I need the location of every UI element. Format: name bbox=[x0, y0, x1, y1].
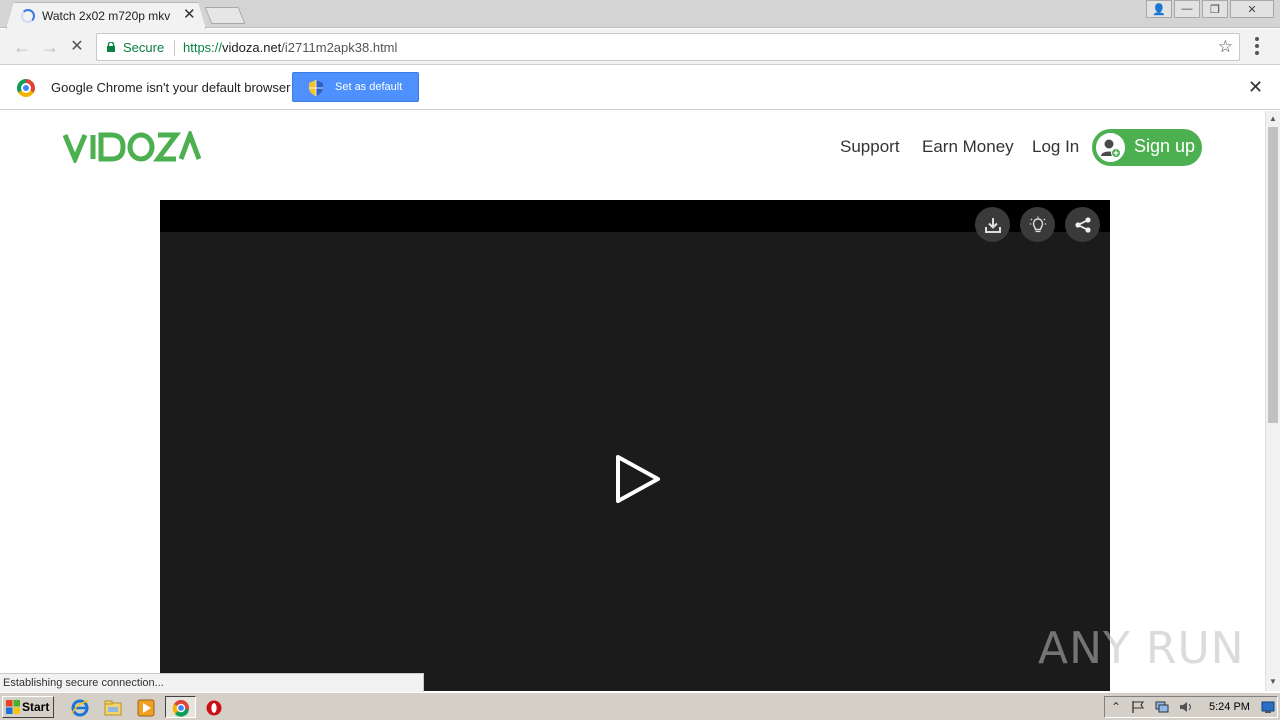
play-icon[interactable] bbox=[614, 453, 662, 505]
action-center-flag-icon[interactable] bbox=[1131, 700, 1145, 714]
scroll-down-icon[interactable]: ▼ bbox=[1269, 677, 1277, 686]
video-player[interactable] bbox=[160, 200, 1110, 691]
taskbar-chrome-button[interactable] bbox=[165, 696, 196, 718]
restore-button[interactable]: ❐ bbox=[1202, 0, 1228, 18]
forward-button[interactable]: → bbox=[40, 37, 60, 57]
status-bubble: Establishing secure connection... bbox=[0, 673, 424, 692]
url-host: vidoza.net bbox=[222, 40, 282, 55]
anyrun-watermark: ANY RUN bbox=[1038, 623, 1245, 674]
bookmark-star-icon[interactable]: ☆ bbox=[1218, 38, 1233, 56]
profile-button[interactable]: 👤 bbox=[1146, 0, 1172, 18]
secure-label[interactable]: Secure bbox=[123, 40, 164, 55]
media-player-icon[interactable] bbox=[137, 699, 155, 717]
set-as-default-button[interactable]: Set as default bbox=[292, 72, 419, 102]
start-label: Start bbox=[22, 700, 50, 714]
system-tray: ⌃ 5:24 PM bbox=[1104, 696, 1278, 718]
page-scrollbar[interactable]: ▲ ▼ bbox=[1265, 111, 1280, 691]
address-bar[interactable]: Secure https://vidoza.net/i2711m2apk38.h… bbox=[96, 33, 1240, 61]
uac-shield-icon bbox=[309, 80, 323, 96]
user-add-icon bbox=[1096, 133, 1125, 162]
minimize-button[interactable]: — bbox=[1174, 0, 1200, 18]
set-as-default-label: Set as default bbox=[335, 81, 403, 93]
opera-icon[interactable] bbox=[205, 699, 223, 717]
nav-login[interactable]: Log In bbox=[1032, 137, 1079, 157]
tab-title: Watch 2x02 m720p mkv bbox=[42, 9, 171, 23]
chrome-menu-icon[interactable] bbox=[1254, 37, 1260, 57]
player-top-bar bbox=[160, 200, 1110, 232]
scroll-thumb[interactable] bbox=[1268, 127, 1278, 423]
stop-button[interactable]: ✕ bbox=[67, 37, 87, 57]
new-tab-button[interactable] bbox=[204, 7, 246, 24]
url-path: /i2711m2apk38.html bbox=[281, 40, 398, 55]
taskbar-clock[interactable]: 5:24 PM bbox=[1209, 701, 1250, 713]
chrome-logo-icon bbox=[17, 79, 35, 97]
download-icon bbox=[984, 217, 1001, 233]
tab-strip: Watch 2x02 m720p mkv ✕ 👤 — ❐ ✕ bbox=[0, 0, 1280, 29]
lights-button[interactable] bbox=[1020, 207, 1055, 242]
download-button[interactable] bbox=[975, 207, 1010, 242]
file-explorer-icon[interactable] bbox=[104, 699, 122, 717]
internet-explorer-icon[interactable] bbox=[71, 699, 89, 717]
close-window-button[interactable]: ✕ bbox=[1230, 0, 1274, 18]
tab-close-icon[interactable]: ✕ bbox=[183, 7, 196, 23]
nav-earn-money[interactable]: Earn Money bbox=[922, 137, 1014, 157]
infobar-close-icon[interactable]: ✕ bbox=[1248, 78, 1263, 96]
windows-flag-icon bbox=[6, 700, 20, 714]
vidoza-logo[interactable] bbox=[63, 131, 201, 163]
share-button[interactable] bbox=[1065, 207, 1100, 242]
show-desktop-icon[interactable] bbox=[1261, 700, 1275, 714]
windows-taskbar: Start ⌃ 5:24 PM bbox=[0, 692, 1280, 720]
signup-label: Sign up bbox=[1134, 136, 1196, 156]
share-icon bbox=[1074, 216, 1091, 233]
start-button[interactable]: Start bbox=[2, 696, 54, 718]
url-scheme: https:// bbox=[183, 40, 223, 55]
back-button[interactable]: ← bbox=[12, 37, 32, 57]
loading-spinner-icon bbox=[21, 9, 35, 23]
volume-icon[interactable] bbox=[1179, 700, 1193, 714]
web-page: Support Earn Money Log In Sign up ANY RU… bbox=[0, 111, 1265, 691]
network-icon[interactable] bbox=[1155, 700, 1169, 714]
scroll-up-icon[interactable]: ▲ bbox=[1269, 114, 1277, 123]
browser-toolbar: ← → ✕ Secure https://vidoza.net/i2711m2a… bbox=[0, 29, 1280, 65]
infobar-message: Google Chrome isn't your default browser bbox=[51, 80, 291, 95]
nav-support[interactable]: Support bbox=[840, 137, 900, 157]
lock-icon bbox=[107, 42, 115, 52]
chrome-taskbar-icon bbox=[172, 700, 189, 717]
signup-button[interactable]: Sign up bbox=[1092, 129, 1202, 166]
url-text[interactable]: https://vidoza.net/i2711m2apk38.html bbox=[183, 40, 397, 55]
omnibox-separator bbox=[174, 40, 175, 56]
window-controls: 👤 — ❐ ✕ bbox=[1146, 0, 1274, 18]
browser-tab[interactable]: Watch 2x02 m720p mkv ✕ bbox=[6, 2, 206, 29]
default-browser-infobar: Google Chrome isn't your default browser… bbox=[0, 66, 1280, 110]
tray-expand-icon[interactable]: ⌃ bbox=[1109, 700, 1123, 714]
lightbulb-icon bbox=[1029, 216, 1046, 232]
